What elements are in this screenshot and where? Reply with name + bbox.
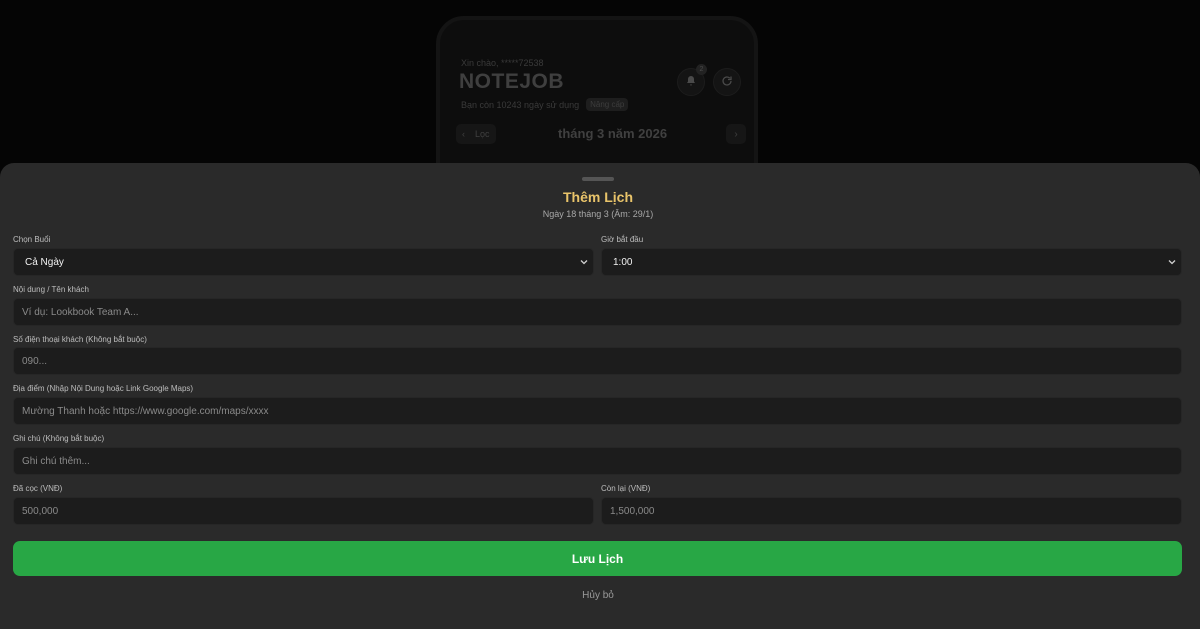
note-input[interactable]: Ghi chú thêm... xyxy=(13,447,1182,475)
sheet-subtitle: Ngày 18 tháng 3 (Âm: 29/1) xyxy=(542,209,654,219)
days-left-row: Bạn còn 10243 ngày sử dụng Nâng cấp xyxy=(461,98,629,111)
phone-input[interactable]: 090... xyxy=(13,347,1182,375)
content-input[interactable]: Ví dụ: Lookbook Team A... xyxy=(13,298,1182,326)
remaining-value: 1,500,000 xyxy=(610,505,655,517)
filter-button[interactable]: ‹ Lọc xyxy=(456,124,496,144)
upgrade-badge[interactable]: Nâng cấp xyxy=(586,98,629,111)
session-select[interactable]: Cả Ngày xyxy=(13,248,594,276)
chevron-down-icon xyxy=(1167,257,1177,267)
deposit-value: 500,000 xyxy=(22,505,59,517)
add-schedule-sheet: Thêm Lịch Ngày 18 tháng 3 (Âm: 29/1) Chọ… xyxy=(0,163,1200,629)
drag-handle[interactable] xyxy=(582,177,614,181)
chevron-right-icon: › xyxy=(734,128,738,140)
chevron-left-icon: ‹ xyxy=(462,129,465,139)
deposit-input[interactable]: 500,000 xyxy=(13,497,594,525)
notification-count-badge: 2 xyxy=(696,64,707,75)
content-label: Nội dung / Tên khách xyxy=(13,285,89,294)
content-placeholder: Ví dụ: Lookbook Team A... xyxy=(22,306,139,318)
app-title: NOTEJOB xyxy=(459,70,565,93)
sheet-title: Thêm Lịch xyxy=(562,189,633,205)
month-label: tháng 3 năm 2026 xyxy=(558,126,668,141)
start-time-label: Giờ bắt đầu xyxy=(601,235,644,244)
save-button[interactable]: Lưu Lịch xyxy=(13,541,1182,576)
session-value: Cả Ngày xyxy=(25,256,64,268)
days-left-text: Bạn còn 10243 ngày sử dụng xyxy=(461,99,580,110)
session-label: Chọn Buổi xyxy=(13,235,51,244)
remaining-label: Còn lại (VNĐ) xyxy=(601,484,651,493)
note-placeholder: Ghi chú thêm... xyxy=(22,455,90,467)
phone-placeholder: 090... xyxy=(22,355,48,367)
refresh-icon xyxy=(721,75,733,90)
note-label: Ghi chú (Không bắt buộc) xyxy=(13,434,105,443)
chevron-down-icon xyxy=(579,257,589,267)
location-input[interactable]: Mường Thanh hoặc https://www.google.com/… xyxy=(13,397,1182,425)
cancel-button[interactable]: Hủy bỏ xyxy=(0,590,1196,601)
start-time-value: 1:00 xyxy=(613,256,633,268)
start-time-select[interactable]: 1:00 xyxy=(601,248,1182,276)
deposit-label: Đã cọc (VNĐ) xyxy=(13,484,63,493)
next-month-button[interactable]: › xyxy=(726,124,746,144)
location-label: Địa điểm (Nhập Nội Dung hoặc Link Google… xyxy=(13,384,194,393)
greeting-text: Xin chào, *****72538 xyxy=(461,58,544,68)
location-placeholder: Mường Thanh hoặc https://www.google.com/… xyxy=(22,405,269,417)
refresh-button[interactable] xyxy=(713,68,741,96)
remaining-input[interactable]: 1,500,000 xyxy=(601,497,1182,525)
bell-icon xyxy=(685,75,697,90)
filter-label: Lọc xyxy=(475,129,490,139)
phone-label: Số điện thoại khách (Không bắt buộc) xyxy=(13,335,147,344)
